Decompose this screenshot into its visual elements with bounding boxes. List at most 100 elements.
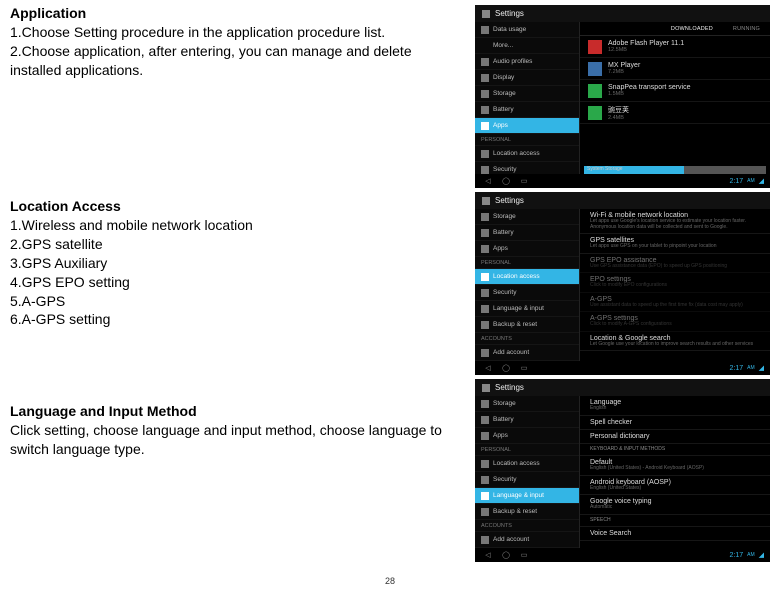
ss2-sidebar: Storage Battery Apps PERSONAL Location a… bbox=[475, 209, 580, 361]
recent-icon[interactable]: ▭ bbox=[517, 550, 531, 560]
row-epo-settings[interactable]: EPO settingsClick to modify EPO configur… bbox=[580, 273, 770, 293]
sidebar-item-security[interactable]: Security bbox=[475, 472, 579, 488]
wandoujia-icon bbox=[588, 106, 602, 120]
tab-downloaded[interactable]: DOWNLOADED bbox=[671, 26, 713, 32]
app-row-flash[interactable]: Adobe Flash Player 11.112.5MB bbox=[580, 36, 770, 58]
sidebar-item-storage[interactable]: Storage bbox=[475, 396, 579, 412]
row-agps[interactable]: A-GPSUse assistant data to speed up the … bbox=[580, 293, 770, 313]
app-row-wandoujia[interactable]: 豌豆荚2.4MB bbox=[580, 102, 770, 124]
section-location: Location Access 1.Wireless and mobile ne… bbox=[10, 192, 770, 375]
home-icon[interactable]: ◯ bbox=[499, 550, 513, 560]
sidebar-header-personal: PERSONAL bbox=[475, 257, 579, 269]
location-heading: Location Access bbox=[10, 198, 465, 214]
home-icon[interactable]: ◯ bbox=[499, 176, 513, 186]
row-spell-checker[interactable]: Spell checker bbox=[580, 416, 770, 430]
ss3-statusbar: ◁ ◯ ▭ 2:17 AM ◢ bbox=[475, 548, 770, 562]
screenshot-apps: Settings Data usage More... Audio profil… bbox=[475, 5, 770, 188]
row-agps-settings[interactable]: A-GPS settingsClick to modify A-GPS conf… bbox=[580, 312, 770, 332]
sidebar-item-location[interactable]: Location access bbox=[475, 146, 579, 162]
ss2-am: AM bbox=[747, 365, 755, 371]
back-icon[interactable]: ◁ bbox=[481, 363, 495, 373]
storage-icon bbox=[481, 400, 489, 408]
row-language[interactable]: LanguageEnglish bbox=[580, 396, 770, 416]
row-wifi-location[interactable]: Wi-Fi & mobile network locationLet apps … bbox=[580, 209, 770, 234]
mx-icon bbox=[588, 62, 602, 76]
location-item5: 5.A-GPS bbox=[10, 292, 465, 311]
ss1-tabs: DOWNLOADED RUNNING bbox=[580, 22, 770, 36]
wifi-icon: ◢ bbox=[759, 177, 764, 185]
battery-icon bbox=[481, 416, 489, 424]
location-item2: 2.GPS satellite bbox=[10, 235, 465, 254]
sidebar-header-accounts: ACCOUNTS bbox=[475, 520, 579, 532]
ss2-clock: 2:17 bbox=[729, 365, 743, 372]
recent-icon[interactable]: ▭ bbox=[517, 176, 531, 186]
language-heading: Language and Input Method bbox=[10, 403, 465, 419]
row-personal-dict[interactable]: Personal dictionary bbox=[580, 430, 770, 444]
sidebar-item-apps[interactable]: Apps bbox=[475, 241, 579, 257]
settings-icon bbox=[481, 9, 491, 19]
row-default[interactable]: DefaultEnglish (United States) - Android… bbox=[580, 456, 770, 476]
ss1-statusbar: ◁ ◯ ▭ 2:17 AM ◢ bbox=[475, 174, 770, 188]
location-item4: 4.GPS EPO setting bbox=[10, 273, 465, 292]
sidebar-item-backup[interactable]: Backup & reset bbox=[475, 504, 579, 520]
section-language: Language and Input Method Click setting,… bbox=[10, 379, 770, 562]
row-gps-satellites[interactable]: GPS satellitesLet apps use GPS on your t… bbox=[580, 234, 770, 254]
sidebar-item-location[interactable]: Location access bbox=[475, 269, 579, 285]
ss3-content: LanguageEnglish Spell checker Personal d… bbox=[580, 396, 770, 548]
sidebar-item-display[interactable]: Display bbox=[475, 70, 579, 86]
sidebar-item-more[interactable]: More... bbox=[475, 38, 579, 54]
ss1-am: AM bbox=[747, 178, 755, 184]
sidebar-item-add-account[interactable]: Add account bbox=[475, 345, 579, 361]
battery-icon bbox=[481, 106, 489, 114]
application-line2: 2.Choose application, after entering, yo… bbox=[10, 42, 465, 80]
row-voice-typing[interactable]: Google voice typingAutomatic bbox=[580, 495, 770, 515]
sidebar-item-apps[interactable]: Apps bbox=[475, 428, 579, 444]
ss2-topbar: Settings bbox=[475, 192, 770, 209]
sidebar-item-apps[interactable]: Apps bbox=[475, 118, 579, 134]
sidebar-item-battery[interactable]: Battery bbox=[475, 225, 579, 241]
sidebar-item-data-usage[interactable]: Data usage bbox=[475, 22, 579, 38]
sidebar-item-security[interactable]: Security bbox=[475, 162, 579, 174]
sidebar-header-personal: PERSONAL bbox=[475, 444, 579, 456]
section-application: Application 1.Choose Setting procedure i… bbox=[10, 5, 770, 188]
apps-icon bbox=[481, 122, 489, 130]
sidebar-item-battery[interactable]: Battery bbox=[475, 102, 579, 118]
home-icon[interactable]: ◯ bbox=[499, 363, 513, 373]
recent-icon[interactable]: ▭ bbox=[517, 363, 531, 373]
add-icon bbox=[481, 349, 489, 357]
sidebar-item-location[interactable]: Location access bbox=[475, 456, 579, 472]
sidebar-item-storage[interactable]: Storage bbox=[475, 86, 579, 102]
tab-running[interactable]: RUNNING bbox=[733, 26, 760, 32]
sidebar-item-storage[interactable]: Storage bbox=[475, 209, 579, 225]
sidebar-header-personal: PERSONAL bbox=[475, 134, 579, 146]
row-voice-search[interactable]: Voice Search bbox=[580, 527, 770, 541]
storage-bar: System Storage bbox=[584, 166, 766, 174]
screenshot-location: Settings Storage Battery Apps PERSONAL L… bbox=[475, 192, 770, 375]
sidebar-item-language[interactable]: Language & input bbox=[475, 301, 579, 317]
sidebar-item-backup[interactable]: Backup & reset bbox=[475, 317, 579, 333]
backup-icon bbox=[481, 508, 489, 516]
back-icon[interactable]: ◁ bbox=[481, 176, 495, 186]
page-number: 28 bbox=[10, 576, 770, 586]
location-text: Location Access 1.Wireless and mobile ne… bbox=[10, 192, 475, 329]
security-icon bbox=[481, 476, 489, 484]
security-icon bbox=[481, 289, 489, 297]
sidebar-item-audio[interactable]: Audio profiles bbox=[475, 54, 579, 70]
ss3-title: Settings bbox=[495, 383, 524, 392]
apps-icon bbox=[481, 245, 489, 253]
sidebar-item-add-account[interactable]: Add account bbox=[475, 532, 579, 548]
row-google-search[interactable]: Location & Google searchLet Google use y… bbox=[580, 332, 770, 352]
ss1-content: DOWNLOADED RUNNING Adobe Flash Player 11… bbox=[580, 22, 770, 174]
sidebar-item-battery[interactable]: Battery bbox=[475, 412, 579, 428]
app-row-snappea[interactable]: SnapPea transport service1.5MB bbox=[580, 80, 770, 102]
sidebar-item-security[interactable]: Security bbox=[475, 285, 579, 301]
ss2-title: Settings bbox=[495, 196, 524, 205]
display-icon bbox=[481, 74, 489, 82]
ss2-statusbar: ◁ ◯ ▭ 2:17 AM ◢ bbox=[475, 361, 770, 375]
back-icon[interactable]: ◁ bbox=[481, 550, 495, 560]
sidebar-item-language[interactable]: Language & input bbox=[475, 488, 579, 504]
language-body: Click setting, choose language and input… bbox=[10, 421, 465, 459]
app-row-mx[interactable]: MX Player7.2MB bbox=[580, 58, 770, 80]
row-android-keyboard[interactable]: Android keyboard (AOSP)English (United S… bbox=[580, 476, 770, 496]
row-gps-epo[interactable]: GPS EPO assistanceUse GPS assistance dat… bbox=[580, 254, 770, 274]
